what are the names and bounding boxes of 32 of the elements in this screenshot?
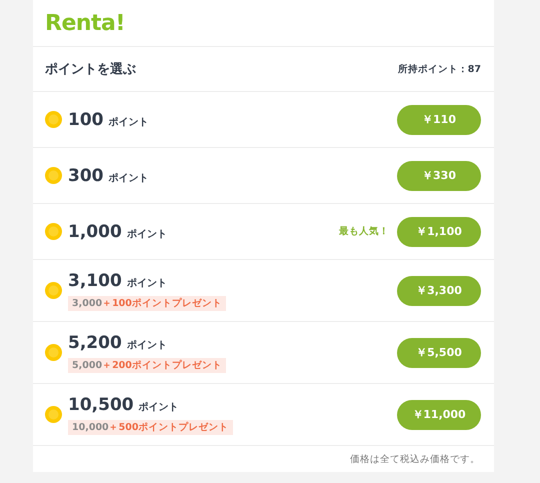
point-unit: ポイント [108, 172, 148, 184]
point-amount: 300 [68, 166, 104, 186]
coin-icon [45, 406, 62, 423]
bonus-label: 10,000＋500ポイントプレゼント [68, 420, 233, 434]
point-amount: 3,100 [68, 270, 122, 290]
coin-icon [45, 282, 62, 299]
price-button[interactable]: ￥110 [397, 104, 481, 134]
point-amount: 10,500 [68, 394, 134, 414]
price-button[interactable]: ￥11,000 [397, 400, 481, 430]
point-unit: ポイント [138, 400, 179, 414]
price-button[interactable]: ￥5,500 [397, 338, 481, 368]
price-button[interactable]: ￥1,100 [397, 216, 481, 246]
point-amount: 5,200 [68, 332, 122, 352]
coin-icon [45, 167, 62, 184]
point-unit: ポイント [126, 338, 167, 352]
price-button[interactable]: ￥3,300 [397, 276, 481, 306]
point-unit: ポイント [108, 116, 148, 128]
bonus-label: 5,000＋200ポイントプレゼント [68, 358, 226, 372]
price-button[interactable]: ￥330 [397, 160, 481, 190]
point-unit: ポイント [126, 228, 167, 240]
point-amount: 100 [68, 110, 104, 130]
popular-label: 最も人気！ [339, 225, 389, 238]
point-amount: 1,000 [68, 222, 122, 242]
point-unit: ポイント [126, 276, 167, 290]
bonus-label: 3,000＋100ポイントプレゼント [68, 296, 226, 310]
owned-points: 所持ポイント：87 [398, 62, 481, 76]
coin-icon [45, 344, 62, 361]
section-title: ポイントを選ぶ [45, 61, 136, 78]
coin-icon [45, 223, 62, 240]
tax-note: 価格は全て税込み価格です。 [350, 452, 480, 466]
logo[interactable]: Renta! [45, 10, 125, 36]
coin-icon [45, 111, 62, 128]
